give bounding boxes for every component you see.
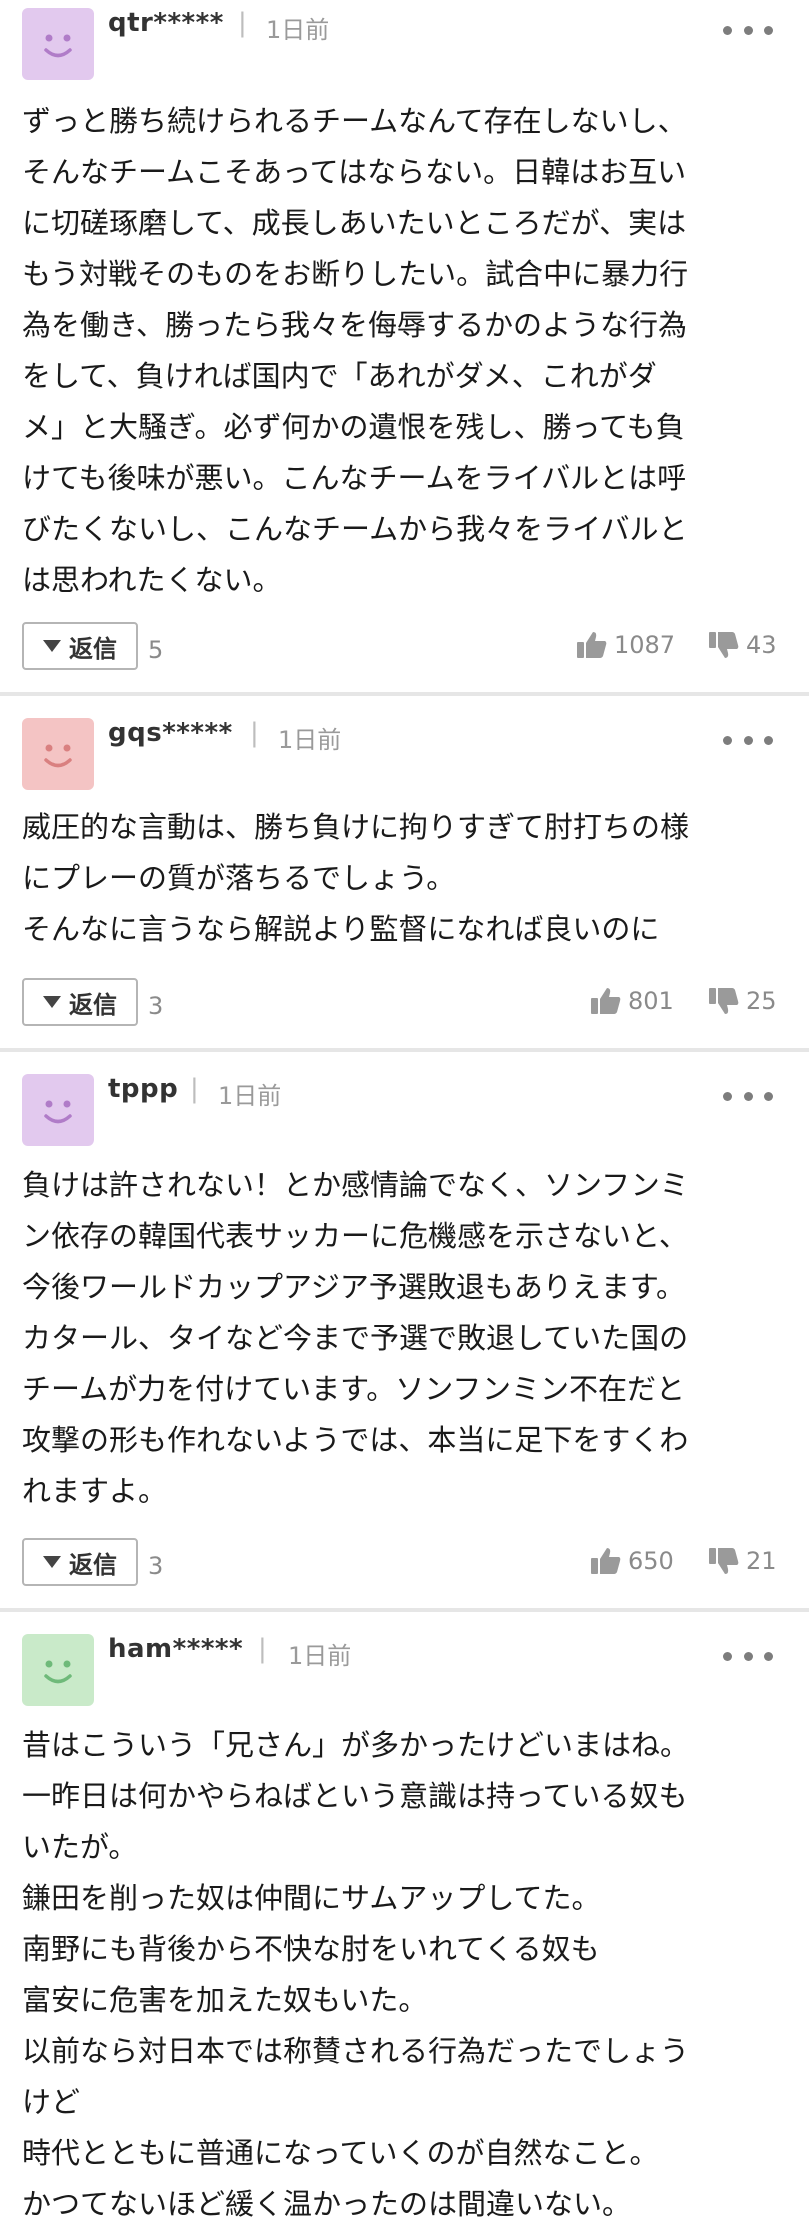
comment-text: ずっと勝ち続けられるチームなんて存在しないし、 そんなチームこそあってはならない… [22,104,689,597]
dislike-button[interactable]: 21 [708,1546,777,1576]
reply-count: 3 [148,1552,164,1580]
comment-text: 負けは許されない！とか感情論でなく、ソンフンミ ン依存の韓国代表サッカーに危機感… [22,1168,689,1508]
comment-item: ham***** | 1日前 昔はこういう「兄さん」が多かったけどいまはね。 一… [0,1612,809,2226]
smiley-face-icon [44,744,72,768]
avatar[interactable] [22,8,94,80]
caret-down-icon [43,1556,61,1568]
smiley-face-icon [44,1660,72,1684]
like-button[interactable]: 1087 [576,630,675,660]
comment-text: 威圧的な言動は、勝ち負けに拘りすぎて肘打ちの様 にプレーの質が落ちるでしょう。 … [22,810,690,946]
reply-label: 返信 [69,634,117,663]
caret-down-icon [43,640,61,652]
separator: | [258,1634,267,1664]
thumbs-up-icon [577,632,607,658]
more-options-icon[interactable] [723,733,773,747]
username[interactable]: qtr***** [108,8,224,38]
avatar[interactable] [22,1074,94,1146]
caret-down-icon [43,996,61,1008]
smiley-face-icon [44,1100,72,1124]
comment-text: 昔はこういう「兄さん」が多かったけどいまはね。 一昨日は何かやらねばという意識は… [22,1728,690,2221]
smiley-face-icon [44,34,72,58]
username[interactable]: tppp [108,1074,178,1104]
dislike-count: 21 [746,1547,777,1575]
reply-count: 3 [148,992,164,1020]
reply-button[interactable]: 返信 [22,978,138,1026]
comment-item: qtr***** | 1日前 ずっと勝ち続けられるチームなんて存在しないし、 そ… [0,0,809,692]
thumbs-up-icon [591,1548,621,1574]
more-options-icon[interactable] [723,1089,773,1103]
avatar[interactable] [22,718,94,790]
reply-button[interactable]: 返信 [22,622,138,670]
separator: | [238,8,247,38]
like-button[interactable]: 650 [590,1546,674,1576]
avatar[interactable] [22,1634,94,1706]
timestamp: 1日前 [218,1082,282,1110]
thumbs-down-icon [709,1548,739,1574]
reply-label: 返信 [69,1550,117,1579]
reply-button[interactable]: 返信 [22,1538,138,1586]
reply-count: 5 [148,636,164,664]
dislike-count: 25 [746,987,777,1015]
like-count: 650 [628,1547,674,1575]
separator: | [190,1074,199,1104]
dislike-button[interactable]: 43 [708,630,777,660]
like-button[interactable]: 801 [590,986,674,1016]
thumbs-down-icon [709,988,739,1014]
dislike-count: 43 [746,631,777,659]
like-count: 801 [628,987,674,1015]
dislike-button[interactable]: 25 [708,986,777,1016]
more-options-icon[interactable] [723,1649,773,1663]
username[interactable]: ham***** [108,1634,243,1664]
more-options-icon[interactable] [723,23,773,37]
reply-label: 返信 [69,990,117,1019]
comment-item: tppp | 1日前 負けは許されない！とか感情論でなく、ソンフンミ ン依存の韓… [0,1052,809,1608]
separator: | [250,718,259,748]
timestamp: 1日前 [288,1642,352,1670]
username[interactable]: gqs***** [108,718,233,748]
like-count: 1087 [614,631,676,659]
thumbs-up-icon [591,988,621,1014]
timestamp: 1日前 [278,726,342,754]
timestamp: 1日前 [266,16,330,44]
thumbs-down-icon [709,632,739,658]
comment-item: gqs***** | 1日前 威圧的な言動は、勝ち負けに拘りすぎて肘打ちの様 に… [0,696,809,1048]
